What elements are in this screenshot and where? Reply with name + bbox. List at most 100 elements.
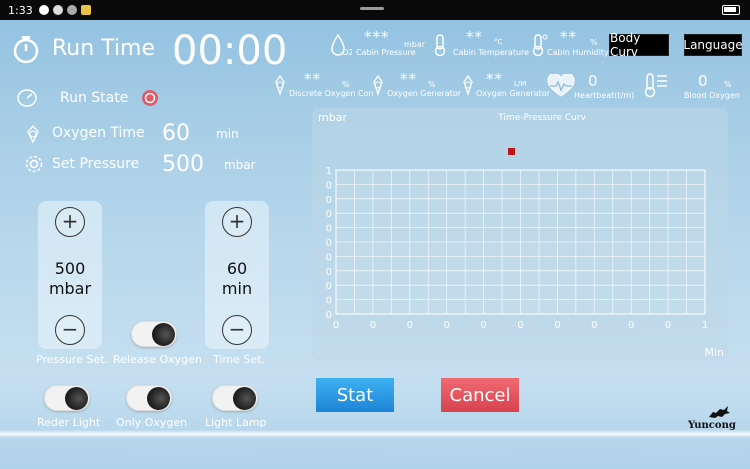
time-set-panel: + 60 min −	[205, 201, 269, 349]
discrete-oxygen-label: Discrete Oxygen Con	[289, 89, 374, 98]
chart-x-ticks: 0 0 0 0 0 0 0 0 0 0 1	[333, 320, 708, 331]
blood-oxygen-label: Blood Oxygen	[684, 91, 740, 100]
chart-y-tick-label: 0	[326, 238, 332, 249]
cabin-humidity-unit: %	[590, 38, 598, 47]
only-oxygen-label: Only Oxygen	[116, 416, 188, 429]
pull-down-handle[interactable]	[360, 7, 384, 10]
status-time: 1:33	[8, 3, 33, 17]
battery-icon	[722, 5, 740, 15]
chart-x-tick-label: 0	[480, 320, 486, 331]
body-curv-button[interactable]: Body Curv	[609, 31, 669, 59]
oxygen-generator-icon	[373, 74, 383, 96]
release-oxygen-toggle[interactable]	[131, 321, 177, 347]
chart-y-tick-label: 0	[326, 296, 332, 307]
status-bar: 1:33	[0, 0, 750, 20]
cabin-temperature-unit: °C	[494, 38, 503, 46]
run-state-label: Run State	[60, 90, 129, 106]
chart-y-tick-label: 0	[326, 267, 332, 278]
pressure-set-panel: + 500 mbar −	[38, 201, 102, 349]
light-lamp-toggle[interactable]	[212, 385, 258, 411]
chart-y-tick-label: 0	[326, 195, 332, 206]
toggle-knob	[65, 387, 88, 410]
language-button[interactable]: Language	[683, 34, 743, 56]
time-increase-button[interactable]: +	[222, 207, 252, 237]
chart-title: Time-Pressure Curv	[497, 113, 586, 123]
chart-y-tick-label: 1	[326, 166, 332, 177]
reder-light-toggle[interactable]	[44, 385, 90, 411]
notification-icon	[52, 5, 63, 15]
cabin-temperature-label: Cabin Temperature	[453, 48, 530, 57]
heartbeat-value: 0	[588, 72, 599, 90]
toggle-knob	[147, 387, 170, 410]
chart-x-tick-label: 0	[628, 320, 634, 331]
time-pressure-chart-panel: mbar Time-Pressure Curv 10000000000 0000…	[312, 108, 728, 360]
run-time-value: 00:00	[172, 28, 288, 74]
chart-y-tick-label: 0	[326, 252, 332, 263]
cancel-button[interactable]: Cancel	[441, 378, 519, 412]
chart-x-tick-label: 1	[702, 320, 708, 331]
cabin-pressure-label: Cabin Pressure	[356, 48, 416, 57]
chart-y-tick-label: 0	[326, 310, 332, 321]
thermometer-icon	[434, 34, 446, 57]
time-panel-value: 60	[226, 259, 248, 278]
oxygen-flow-icon	[463, 74, 473, 96]
pressure-set-label: Pressure Set.	[36, 353, 109, 366]
discrete-oxygen-value: **	[304, 70, 321, 88]
chart-y-tick-label: 0	[326, 281, 332, 292]
oxygen-time-label: Oxygen Time	[52, 125, 145, 141]
cabin-pressure-value: ***	[364, 28, 390, 46]
run-state-indicator-icon	[142, 90, 158, 106]
blood-oxygen-icon	[644, 73, 667, 98]
chart-x-tick-label: 0	[591, 320, 597, 331]
chart-x-tick-label: 0	[554, 320, 560, 331]
oxygen-generator-label: Oxygen Generator	[387, 89, 462, 98]
chart-grid	[335, 169, 706, 315]
oxygen-time-value: 60	[162, 121, 190, 146]
oxygen-flow-label: Oxygen Generator	[476, 89, 551, 98]
notification-icon	[38, 5, 49, 15]
cabin-humidity-value: **	[560, 28, 577, 46]
chart-y-ticks: 1 0 0 0 0 0 0 0 0 0 0	[326, 166, 332, 321]
time-decrease-button[interactable]: −	[222, 315, 252, 345]
chart-legend-marker	[508, 148, 515, 155]
time-panel-unit: min	[221, 279, 253, 298]
cabin-temperature-value: **	[466, 28, 483, 46]
chart-x-tick-label: 0	[407, 320, 413, 331]
chart-y-tick-label: 0	[326, 224, 332, 235]
notification-icon	[80, 5, 91, 15]
chart-x-tick-label: 0	[517, 320, 523, 331]
svg-text:O2: O2	[342, 48, 352, 57]
gear-icon	[25, 155, 43, 173]
toggle-knob	[233, 387, 256, 410]
set-pressure-label: Set Pressure	[52, 156, 140, 172]
stat-button[interactable]: Stat	[316, 378, 394, 412]
blood-oxygen-value: 0	[698, 72, 709, 90]
run-time-label: Run Time	[52, 36, 156, 61]
only-oxygen-toggle[interactable]	[126, 385, 172, 411]
gauge-icon	[17, 89, 37, 107]
oxygen-concentration-icon	[275, 74, 285, 96]
chart-x-axis-label: Min	[704, 346, 724, 359]
release-oxygen-label: Release Oxygen	[113, 353, 202, 366]
chart-x-tick-label: 0	[444, 320, 450, 331]
pressure-decrease-button[interactable]: −	[55, 315, 85, 345]
light-lamp-label: Light Lamp	[205, 416, 267, 429]
oxygen-time-icon	[27, 124, 39, 144]
discrete-oxygen-unit: %	[342, 80, 350, 89]
o2-drop-icon: O2	[331, 33, 352, 57]
chart-y-tick-label: 0	[326, 180, 332, 191]
cabin-humidity-label: Cabin Humidity	[547, 48, 609, 57]
toggle-knob	[152, 323, 175, 346]
reder-light-label: Reder Light	[37, 416, 101, 429]
time-pressure-chart: mbar Time-Pressure Curv 10000000000 0000…	[318, 111, 724, 359]
chart-x-tick-label: 0	[333, 320, 339, 331]
pressure-panel-value: 500	[54, 259, 86, 278]
stopwatch-icon	[13, 36, 39, 64]
chart-y-axis-label: mbar	[318, 111, 347, 124]
chart-x-tick-label: 0	[370, 320, 376, 331]
time-set-label: Time Set.	[213, 353, 265, 366]
pressure-panel-unit: mbar	[48, 279, 92, 298]
oxygen-generator-value: **	[400, 70, 417, 88]
oxygen-flow-value: **	[486, 70, 503, 88]
pressure-increase-button[interactable]: +	[55, 207, 85, 237]
